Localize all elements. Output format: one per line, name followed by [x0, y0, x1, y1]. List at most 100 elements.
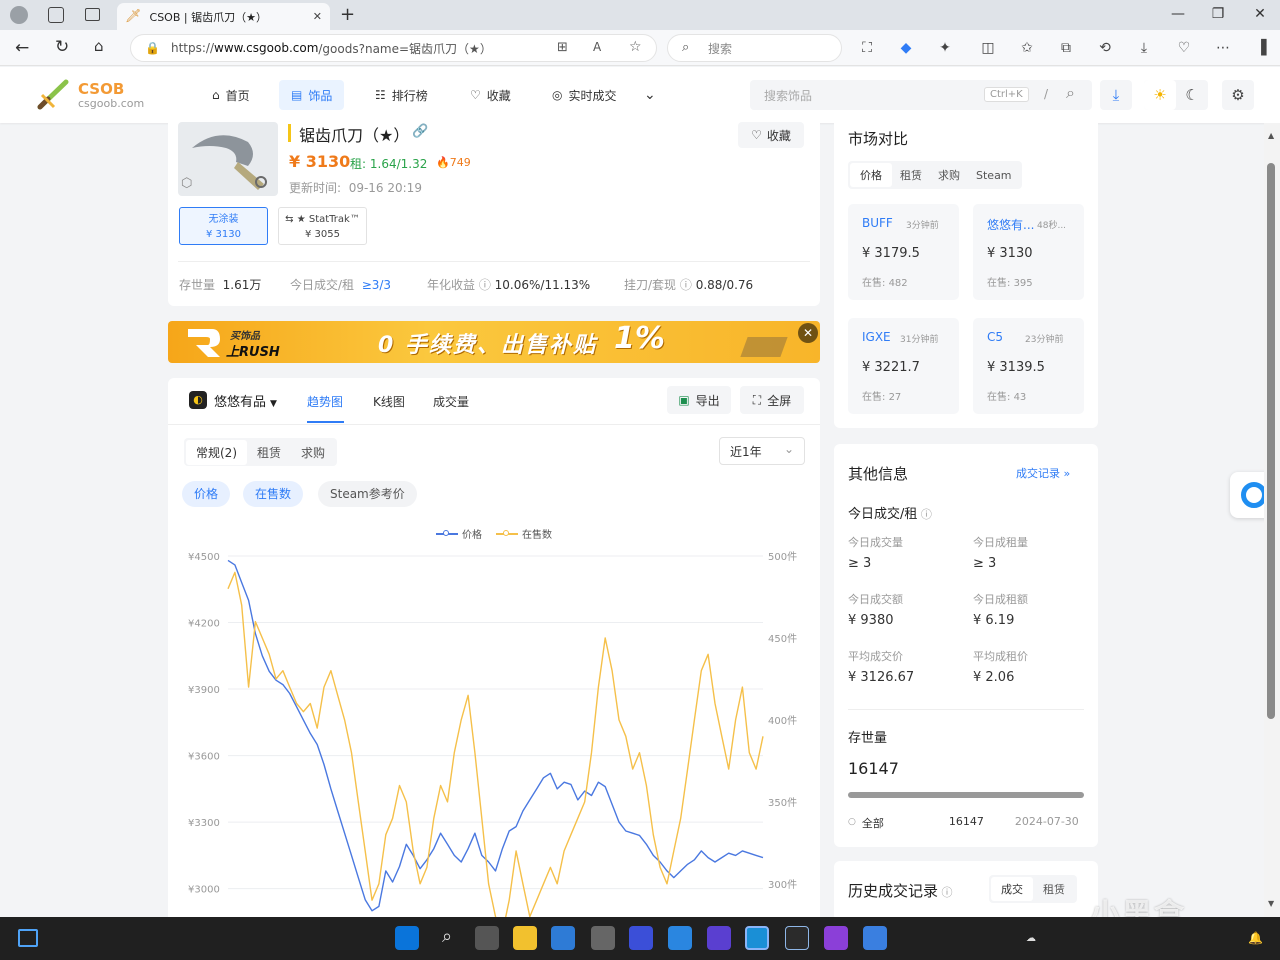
- banner-close-icon[interactable]: ✕: [798, 323, 818, 343]
- nav-home[interactable]: ⌂ 首页: [200, 80, 262, 110]
- tab-volume[interactable]: 成交量: [433, 393, 469, 410]
- browser-search-input[interactable]: ⌕ 搜索: [667, 34, 842, 62]
- scroll-up-icon[interactable]: ▲: [1268, 131, 1274, 140]
- visual-studio-icon[interactable]: [824, 926, 848, 950]
- site-logo[interactable]: CSOB csgoob.com: [36, 79, 144, 111]
- nav-realtime[interactable]: ◎ 实时成交: [540, 80, 629, 110]
- header-search-icon[interactable]: ⌕: [1066, 83, 1075, 103]
- read-aloud-icon[interactable]: A: [593, 40, 601, 54]
- back-icon[interactable]: ←: [15, 38, 29, 58]
- profile-icon[interactable]: [10, 6, 28, 24]
- page-scrollbar[interactable]: ▲ ▼: [1264, 123, 1280, 917]
- close-window-icon[interactable]: ✕: [1250, 6, 1270, 22]
- market-tab-price[interactable]: 价格: [850, 163, 892, 187]
- favorite-button[interactable]: ♡ 收藏: [738, 122, 804, 148]
- tab-kline[interactable]: K线图: [373, 393, 405, 410]
- favorite-star-icon[interactable]: ☆: [629, 39, 642, 55]
- legend-price-icon: [436, 529, 458, 536]
- widgets-icon[interactable]: [18, 929, 38, 947]
- favorites-icon[interactable]: ✩: [1018, 39, 1036, 57]
- pill-onsale[interactable]: 在售数: [243, 481, 304, 507]
- scroll-down-icon[interactable]: ▼: [1268, 899, 1274, 908]
- reload-icon[interactable]: ↻: [55, 37, 69, 57]
- market-tab-steam[interactable]: Steam: [968, 165, 1020, 186]
- market-card-c5[interactable]: C5 23分钟前 ¥ 3139.5 在售: 43: [973, 318, 1084, 414]
- notification-bell-icon[interactable]: 🔔: [1248, 931, 1263, 945]
- stat-today-value[interactable]: ≥3/3: [362, 278, 391, 292]
- split-screen-icon[interactable]: ◫: [979, 39, 997, 57]
- nav-realtime-label: 实时成交: [568, 88, 617, 103]
- app-view-icon[interactable]: ⊞: [557, 40, 568, 55]
- subtab-normal[interactable]: 常规(2): [186, 439, 247, 465]
- platform-select[interactable]: 悠悠有品 ▼: [214, 391, 277, 410]
- minimize-icon[interactable]: —: [1168, 6, 1188, 22]
- lock-icon: 🔒: [145, 41, 160, 55]
- pill-steam[interactable]: Steam参考价: [318, 481, 417, 507]
- tab-actions-icon[interactable]: [85, 8, 100, 21]
- app-k-icon[interactable]: [863, 926, 887, 950]
- theme-switch[interactable]: ☀ ☾: [1144, 80, 1208, 110]
- app-cube-icon[interactable]: [591, 926, 615, 950]
- nav-favorites[interactable]: ♡ 收藏: [458, 80, 523, 110]
- app-gear-icon[interactable]: [785, 926, 809, 950]
- sidebar-toggle-icon[interactable]: ▐: [1252, 39, 1270, 57]
- browser-tab[interactable]: 🗡 CSOB | 锯齿爪刀（★） ✕: [117, 3, 330, 30]
- trend-chart[interactable]: ¥4500 ¥4200 ¥3900 ¥3600 ¥3300 ¥3000 500件 450件 40…: [168, 538, 820, 938]
- range-select[interactable]: 近1年 ⌄: [719, 437, 805, 465]
- downloads-icon[interactable]: ⤓: [1135, 39, 1153, 57]
- nav-ranking[interactable]: ☷ 排行榜: [363, 80, 440, 110]
- collections-icon[interactable]: ⧉: [1057, 39, 1075, 57]
- extension-bird-icon[interactable]: ◆: [897, 39, 915, 57]
- 3d-view-icon[interactable]: ⬡: [181, 176, 192, 191]
- nav-items[interactable]: ▤ 饰品: [279, 80, 345, 110]
- url-field[interactable]: 🔒 https://www.csgoob.com/goods?name=锯齿爪刀…: [130, 34, 657, 62]
- extensions-icon[interactable]: ✦: [936, 39, 954, 57]
- workspaces-icon[interactable]: [48, 7, 64, 23]
- history-icon[interactable]: ⟲: [1096, 39, 1114, 57]
- app-m-icon[interactable]: [629, 926, 653, 950]
- nav-favorites-label: 收藏: [486, 88, 511, 103]
- file-explorer-icon[interactable]: [513, 926, 537, 950]
- market-tab-buy[interactable]: 求购: [930, 163, 968, 187]
- subtab-rent[interactable]: 租赁: [247, 440, 291, 465]
- market-card-igxe[interactable]: IGXE 31分钟前 ¥ 3221.7 在售: 27: [848, 318, 959, 414]
- edge-browser-icon[interactable]: [745, 926, 769, 950]
- task-view-icon[interactable]: [475, 926, 499, 950]
- export-button[interactable]: ▣ 导出: [667, 386, 731, 414]
- new-tab-button[interactable]: +: [340, 4, 355, 25]
- tab-close-icon[interactable]: ✕: [313, 10, 322, 23]
- start-icon[interactable]: [395, 926, 419, 950]
- app-hex-icon[interactable]: [707, 926, 731, 950]
- tray-cloud-icon[interactable]: ☁: [1026, 933, 1036, 944]
- more-menu-icon[interactable]: ⋯: [1214, 39, 1232, 57]
- performance-icon[interactable]: ♡: [1175, 39, 1193, 57]
- market-tab-rent[interactable]: 租赁: [892, 163, 930, 187]
- history-tab-rent[interactable]: 租赁: [1033, 877, 1075, 901]
- pill-price[interactable]: 价格: [182, 481, 231, 507]
- download-app-icon[interactable]: ⤓: [1100, 80, 1132, 110]
- variant-stattrak[interactable]: ⇆ ★ StatTrak™ ¥ 3055: [278, 207, 367, 245]
- home-icon[interactable]: ⌂: [94, 37, 104, 55]
- nav-more-chevron-icon[interactable]: ⌄: [632, 80, 668, 110]
- subtab-buy[interactable]: 求购: [291, 440, 335, 465]
- market-card-youpin[interactable]: 悠悠有... 48秒... ¥ 3130 在售: 395: [973, 204, 1084, 300]
- variant-normal[interactable]: 无涂装 ¥ 3130: [179, 207, 268, 245]
- settings-gear-icon[interactable]: ⚙: [1222, 80, 1254, 110]
- trade-records-link[interactable]: 成交记录 »: [1016, 465, 1070, 481]
- fullscreen-button[interactable]: ⛶ 全屏: [740, 386, 804, 414]
- stock-row-date: 2024-07-30: [1014, 815, 1079, 828]
- promo-banner[interactable]: 买饰品 上RUSH 0 手续费、出售补贴 1% ✕: [168, 321, 820, 363]
- tab-trend[interactable]: 趋势图: [307, 393, 343, 410]
- sun-icon[interactable]: ☀: [1144, 80, 1176, 110]
- history-tab-trade[interactable]: 成交: [991, 877, 1033, 901]
- market-card-buff[interactable]: BUFF 3分钟前 ¥ 3179.5 在售: 482: [848, 204, 959, 300]
- screenshot-icon[interactable]: ⛶: [858, 39, 876, 57]
- taskbar-search-icon[interactable]: ⌕: [435, 926, 459, 950]
- scroll-thumb[interactable]: [1267, 163, 1275, 719]
- app-arrow-icon[interactable]: [668, 926, 692, 950]
- share-link-icon[interactable]: 🔗: [412, 124, 428, 139]
- restore-icon[interactable]: ❐: [1208, 6, 1228, 22]
- store-icon[interactable]: [551, 926, 575, 950]
- moon-icon[interactable]: ☾: [1176, 80, 1208, 110]
- item-search-input[interactable]: 搜索饰品 Ctrl+K / ⌕: [750, 80, 1092, 110]
